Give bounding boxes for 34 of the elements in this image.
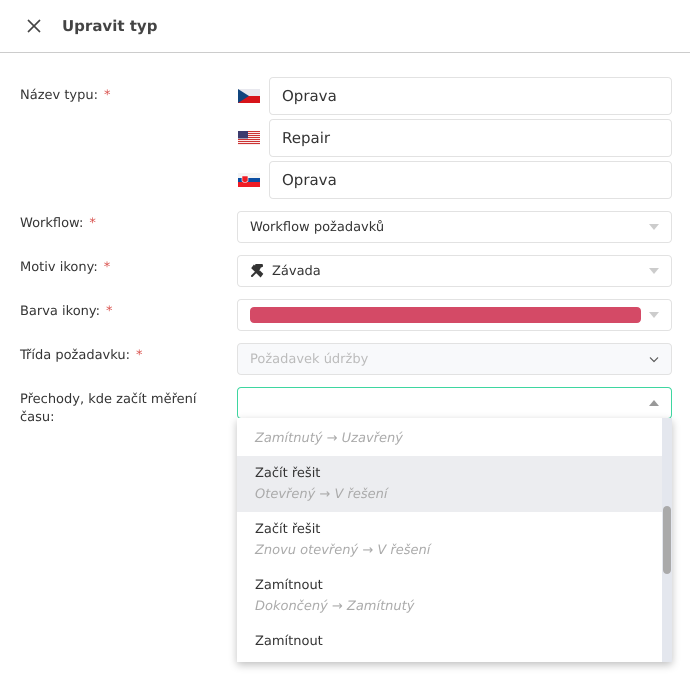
dropdown-option[interactable]: Začít řešit Znovu otevřený → V řešení (237, 512, 662, 568)
caret-down-icon (649, 224, 659, 230)
close-icon (27, 19, 41, 33)
caret-up-icon (649, 400, 659, 406)
text-input[interactable]: Oprava (269, 77, 672, 115)
required-asterisk: * (89, 216, 96, 231)
field-label: Barva ikony: * (20, 303, 114, 321)
multiselect-field[interactable] (237, 387, 672, 419)
dropdown-option[interactable]: Zamítnout (237, 624, 662, 662)
select-field[interactable]: Workflow požadavků (237, 211, 672, 243)
dropdown-option[interactable]: Začít řešit Otevřený → V řešení (237, 456, 662, 512)
flag-icon (238, 131, 260, 145)
chevron-down-icon (649, 356, 659, 362)
color-select-field[interactable] (237, 299, 672, 331)
caret-down-icon (649, 268, 659, 274)
flag-icon (238, 89, 260, 103)
caret-down-icon (649, 312, 659, 318)
text-input[interactable]: Repair (269, 119, 672, 157)
field-label: Workflow: * (20, 215, 97, 233)
field-label: Název typu: * (20, 87, 112, 105)
flag-icon (238, 173, 260, 187)
icon-select-field[interactable]: Závada (237, 255, 672, 287)
scrollbar-thumb[interactable] (663, 506, 671, 574)
dropdown-option[interactable]: Zamítnout Dokončený → Zamítnutý (237, 568, 662, 624)
required-asterisk: * (104, 88, 110, 103)
required-asterisk: * (136, 348, 142, 363)
required-asterisk: * (106, 304, 113, 319)
field-label: Motiv ikony: * (20, 259, 112, 277)
scrollbar[interactable] (662, 418, 672, 662)
dialog-title: Upravit typ (62, 17, 158, 35)
text-input[interactable]: Oprava (269, 161, 672, 199)
field-label: Přechody, kde začít měření času: (20, 391, 198, 427)
field-label: Třída požadavku: * (20, 347, 144, 365)
required-asterisk: * (104, 260, 110, 275)
